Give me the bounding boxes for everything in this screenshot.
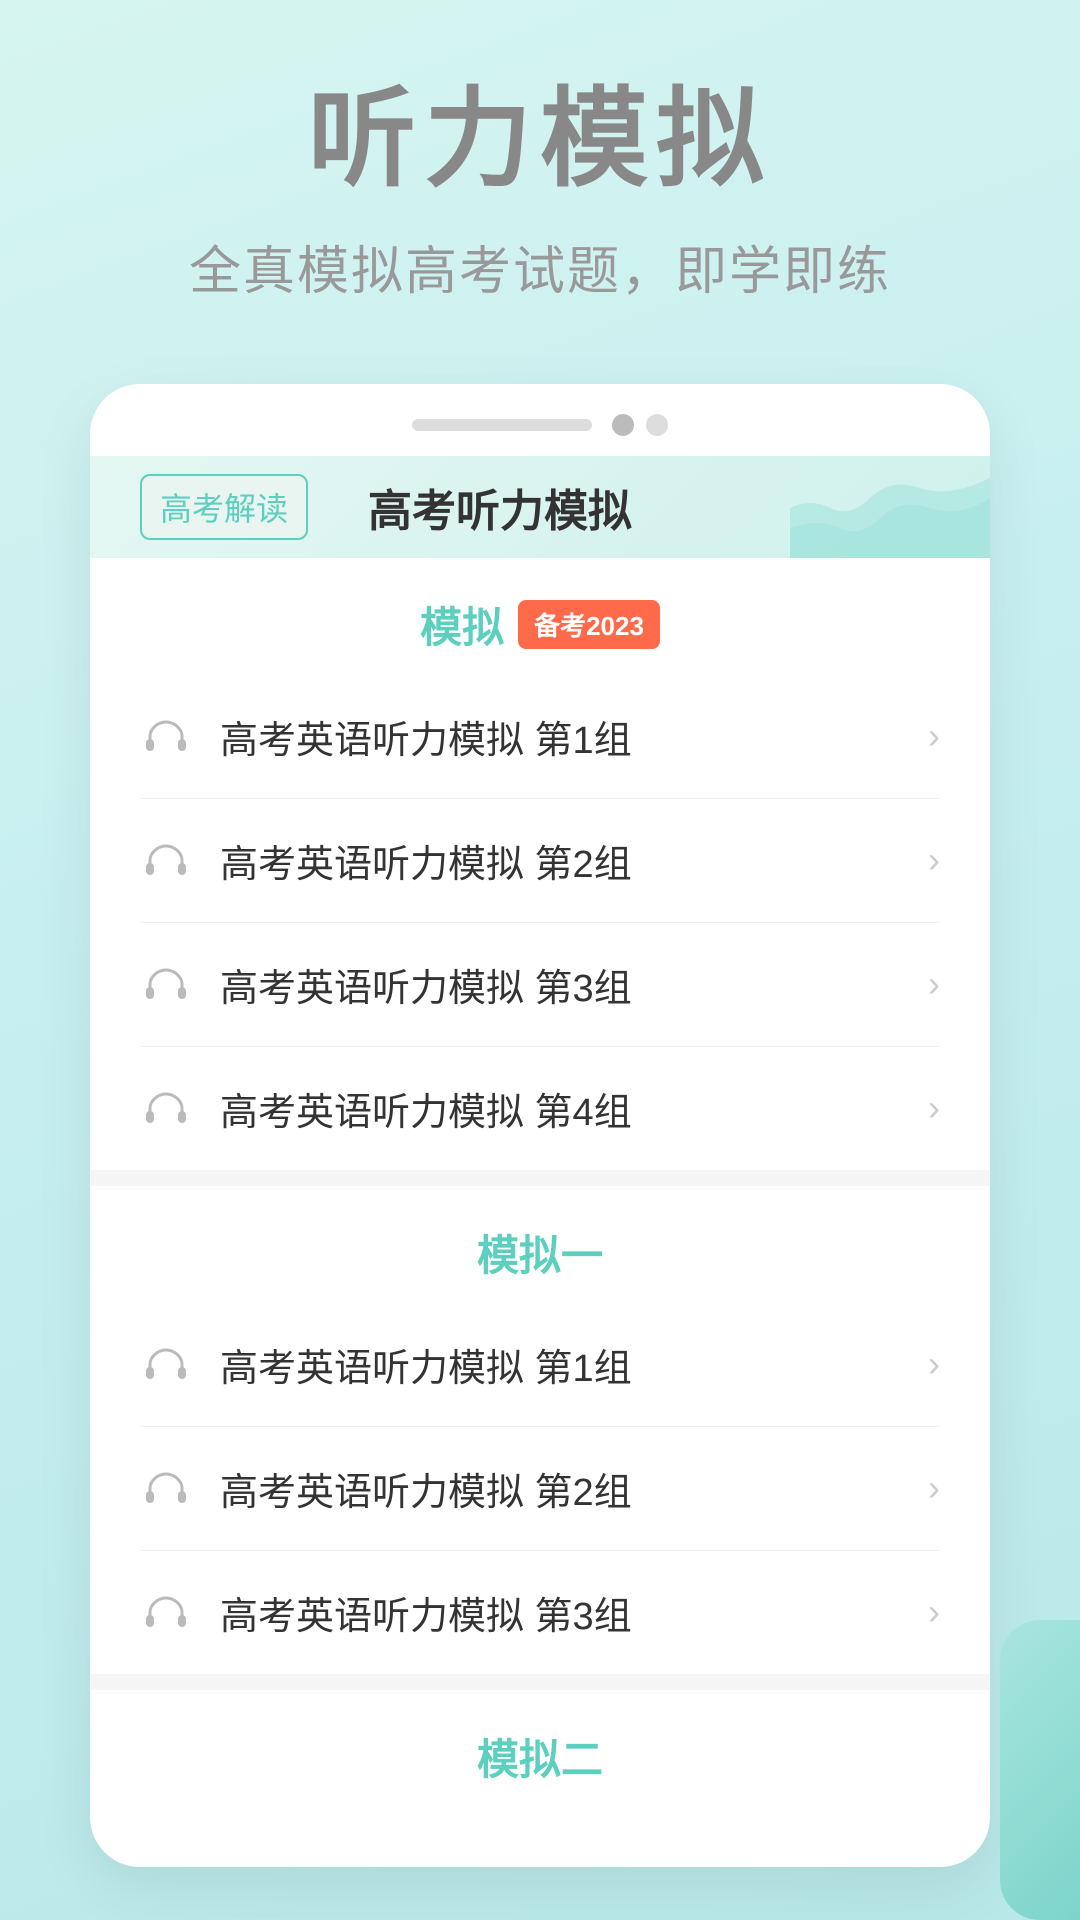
page-title: 听力模拟 bbox=[40, 80, 1040, 199]
tab-right-label[interactable]: 高考听力模拟 bbox=[368, 475, 632, 539]
list-item[interactable]: 高考英语听力模拟 第3组 › bbox=[140, 923, 940, 1047]
list-item[interactable]: 高考英语听力模拟 第1组 › bbox=[140, 675, 940, 799]
list-section-1: 高考英语听力模拟 第1组 › 高考英语听力模拟 第2组 › bbox=[90, 675, 990, 1170]
phone-dots bbox=[612, 414, 668, 436]
dot-1 bbox=[612, 414, 634, 436]
chevron-icon-2-1: › bbox=[928, 1343, 940, 1385]
wave-decoration bbox=[790, 478, 990, 558]
dot-2 bbox=[646, 414, 668, 436]
list-item[interactable]: 高考英语听力模拟 第1组 › bbox=[140, 1303, 940, 1427]
list-item[interactable]: 高考英语听力模拟 第3组 › bbox=[140, 1551, 940, 1674]
tab-left-label[interactable]: 高考解读 bbox=[140, 474, 308, 540]
headphone-icon-2 bbox=[140, 834, 192, 886]
section-header-moni2: 模拟二 bbox=[90, 1690, 990, 1807]
list-item-text-2-1: 高考英语听力模拟 第1组 bbox=[220, 1337, 928, 1392]
headphone-icon-3 bbox=[140, 958, 192, 1010]
list-item[interactable]: 高考英语听力模拟 第2组 › bbox=[140, 799, 940, 923]
headphone-icon-2-1 bbox=[140, 1338, 192, 1390]
tab-header: 高考解读 高考听力模拟 bbox=[90, 456, 990, 558]
section-header-moni: 模拟 备考2023 bbox=[90, 558, 990, 675]
headphone-icon-1 bbox=[140, 710, 192, 762]
chevron-icon-2-3: › bbox=[928, 1591, 940, 1633]
chevron-icon-1-1: › bbox=[928, 715, 940, 757]
section-badge-1: 备考2023 bbox=[518, 600, 660, 649]
chevron-icon-1-2: › bbox=[928, 839, 940, 881]
bottom-fade bbox=[90, 1807, 990, 1867]
page-wrapper: 听力模拟 全真模拟高考试题，即学即练 高考解读 高考听力模拟 bbox=[0, 0, 1080, 1920]
divider-1 bbox=[90, 1170, 990, 1186]
list-item-text-1-1: 高考英语听力模拟 第1组 bbox=[220, 709, 928, 764]
list-section-2: 高考英语听力模拟 第1组 › 高考英语听力模拟 第2组 › bbox=[90, 1303, 990, 1674]
list-item-text-1-4: 高考英语听力模拟 第4组 bbox=[220, 1081, 928, 1136]
page-header: 听力模拟 全真模拟高考试题，即学即练 bbox=[0, 0, 1080, 344]
chevron-icon-1-3: › bbox=[928, 963, 940, 1005]
chevron-icon-2-2: › bbox=[928, 1467, 940, 1509]
list-item[interactable]: 高考英语听力模拟 第2组 › bbox=[140, 1427, 940, 1551]
list-item[interactable]: 高考英语听力模拟 第4组 › bbox=[140, 1047, 940, 1170]
chevron-icon-1-4: › bbox=[928, 1087, 940, 1129]
right-decoration bbox=[1000, 1620, 1080, 1920]
section-header-moni1: 模拟一 bbox=[90, 1186, 990, 1303]
section-title-3: 模拟二 bbox=[477, 1726, 603, 1787]
page-subtitle: 全真模拟高考试题，即学即练 bbox=[40, 229, 1040, 304]
section-title-2: 模拟一 bbox=[477, 1222, 603, 1283]
list-item-text-1-3: 高考英语听力模拟 第3组 bbox=[220, 957, 928, 1012]
section-title-1: 模拟 bbox=[420, 594, 504, 655]
list-item-text-2-2: 高考英语听力模拟 第2组 bbox=[220, 1461, 928, 1516]
headphone-icon-2-3 bbox=[140, 1586, 192, 1638]
phone-notch bbox=[412, 419, 592, 431]
headphone-icon-2-2 bbox=[140, 1462, 192, 1514]
phone-mockup: 高考解读 高考听力模拟 模拟 备考2023 bbox=[90, 384, 990, 1867]
phone-top-bar bbox=[90, 414, 990, 456]
divider-2 bbox=[90, 1674, 990, 1690]
list-item-text-1-2: 高考英语听力模拟 第2组 bbox=[220, 833, 928, 888]
list-item-text-2-3: 高考英语听力模拟 第3组 bbox=[220, 1585, 928, 1640]
headphone-icon-4 bbox=[140, 1082, 192, 1134]
